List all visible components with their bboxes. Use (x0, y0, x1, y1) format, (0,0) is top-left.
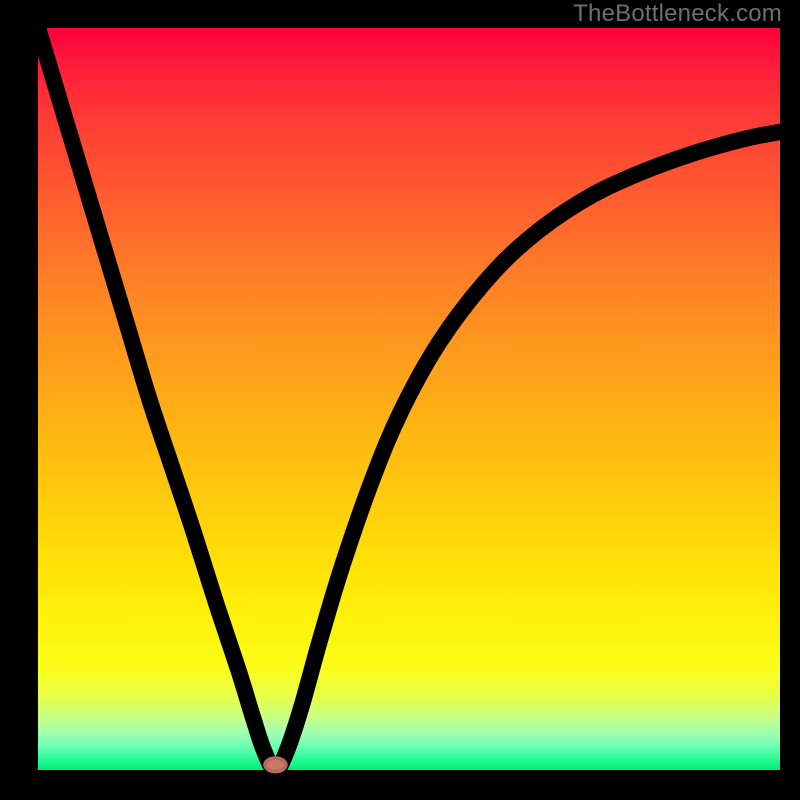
chart-container: TheBottleneck.com (0, 0, 800, 800)
watermark-text: TheBottleneck.com (573, 0, 782, 28)
plot-area (38, 28, 780, 770)
plot-svg (38, 28, 780, 770)
bottleneck-curve (38, 28, 780, 770)
minimum-marker (265, 758, 286, 771)
